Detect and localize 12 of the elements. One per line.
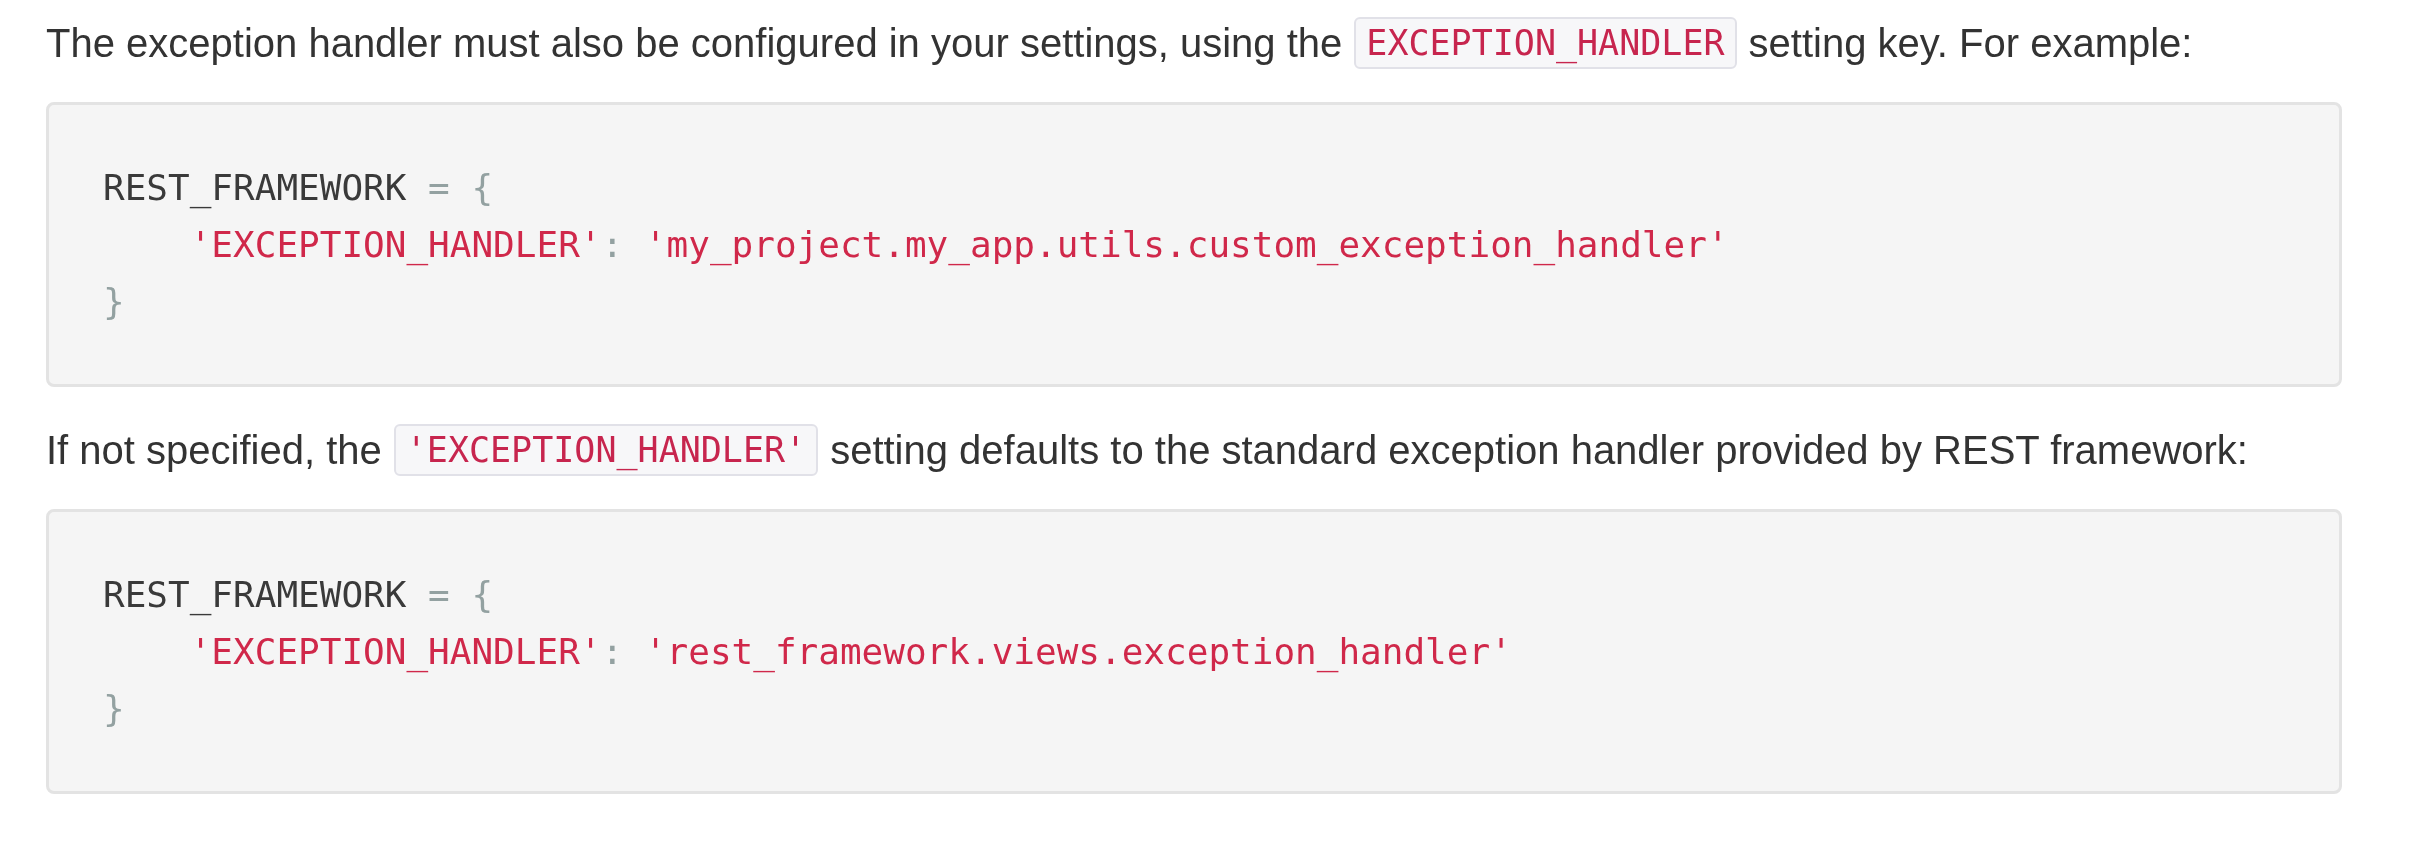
paragraph-text: setting key. For example: (1748, 20, 2193, 66)
paragraph-text: If not specified, the (46, 427, 382, 473)
code-line: 'EXCEPTION_HANDLER': 'rest_framework.views.exception_handler' (188, 630, 1513, 675)
paragraph-text: The exception handler must also be configured in your settings, using the (46, 20, 1343, 66)
paragraph-text: setting defaults to the standard exception handler provided by REST framework: (830, 427, 2248, 473)
inline-code: 'EXCEPTION_HANDLER' (393, 424, 819, 476)
code-line: } (103, 280, 126, 324)
inline-code: EXCEPTION_HANDLER (1354, 17, 1737, 69)
code-line: REST_FRAMEWORK = { (103, 166, 495, 211)
code-line: } (103, 687, 126, 731)
code-line: 'EXCEPTION_HANDLER': 'my_project.my_app.utils.custom_exception_handler' (188, 223, 1730, 268)
code-line: REST_FRAMEWORK = { (103, 573, 495, 618)
